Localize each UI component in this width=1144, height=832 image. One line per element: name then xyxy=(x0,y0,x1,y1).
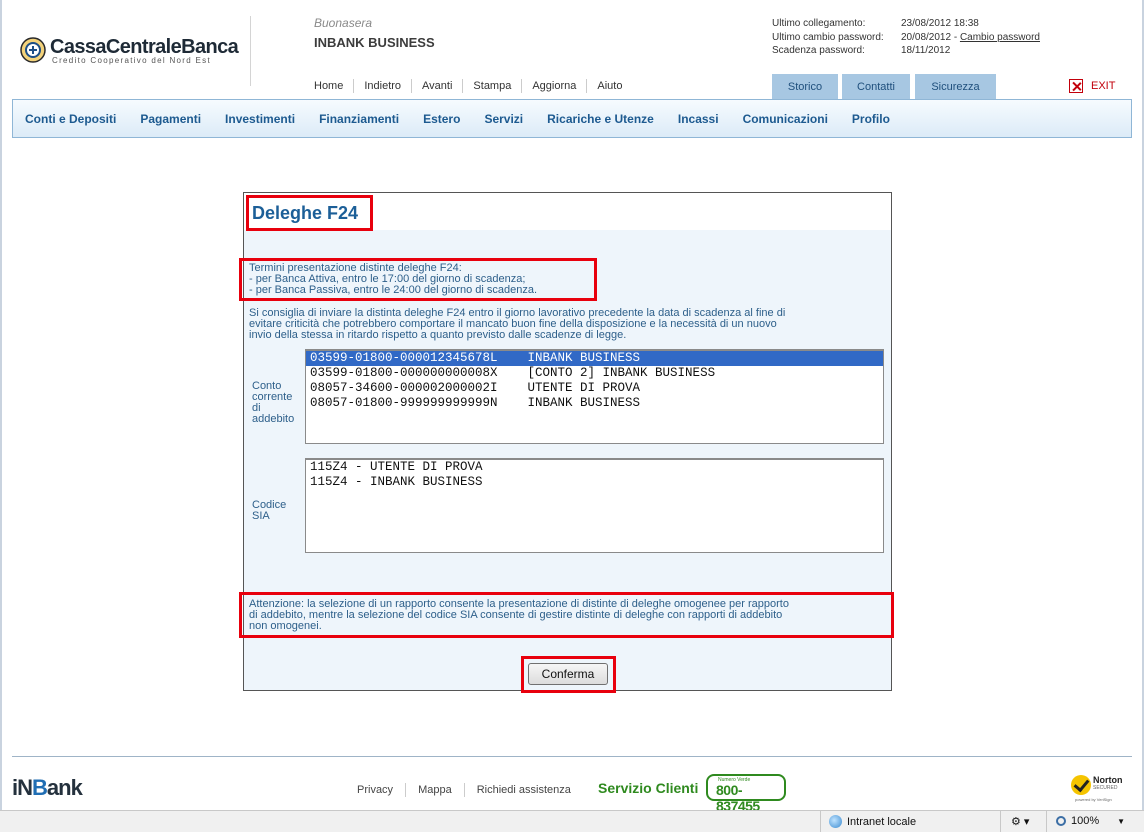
main-navigation: Conti e Depositi Pagamenti Investimenti … xyxy=(12,99,1132,138)
inbank-logo-part: B xyxy=(32,775,48,800)
norton-secured-badge[interactable]: Norton SECURED powered by VeriSign xyxy=(1071,773,1127,803)
toplink-help[interactable]: Aiuto xyxy=(587,79,632,93)
checkmark-icon xyxy=(1071,775,1091,795)
session-info: Ultimo collegamento: 23/08/2012 18:38 Ult… xyxy=(772,17,1040,58)
nav-profilo[interactable]: Profilo xyxy=(840,112,902,126)
password-expiry-value: 18/11/2012 xyxy=(901,45,951,56)
inbank-logo-part: iN xyxy=(12,775,33,800)
header-divider xyxy=(250,16,251,86)
change-password-link[interactable]: Cambio password xyxy=(960,31,1040,45)
window-border-left xyxy=(0,0,2,832)
confirm-button[interactable]: Conferma xyxy=(528,663,608,685)
advice-line-3: invio della stessa in ritardo rispetto a… xyxy=(249,329,627,341)
toll-free-number-badge: Numero Verde 800-837455 xyxy=(706,774,786,814)
tab-storico[interactable]: Storico xyxy=(772,74,838,100)
footer-links: Privacy Mappa Richiedi assistenza xyxy=(345,783,583,797)
account-listbox[interactable]: 03599-01800-000012345678L INBANK BUSINES… xyxy=(305,349,884,444)
footer-divider xyxy=(12,756,1132,757)
exit-label: EXIT xyxy=(1091,80,1116,92)
toplink-back[interactable]: Indietro xyxy=(354,79,413,93)
warning-line-3: non omogenei. xyxy=(249,620,322,632)
nav-servizi[interactable]: Servizi xyxy=(472,112,535,126)
protected-mode-icon[interactable]: ⚙ ▾ xyxy=(1011,815,1029,828)
password-change-value: 20/08/2012 - xyxy=(901,31,960,43)
inbank-logo-part: ank xyxy=(46,775,83,800)
chevron-down-icon: ▼ xyxy=(1117,816,1126,826)
norton-subtitle: SECURED xyxy=(1093,785,1118,791)
zoom-level: 100% xyxy=(1071,815,1100,827)
tab-sicurezza[interactable]: Sicurezza xyxy=(915,74,996,100)
inbank-logo[interactable]: iNBank xyxy=(12,775,83,801)
terms-line-3: - per Banca Passiva, entro le 24:00 del … xyxy=(249,284,538,296)
magnifier-icon xyxy=(1056,816,1066,826)
nav-comunicazioni[interactable]: Comunicazioni xyxy=(731,112,840,126)
nav-conti-depositi[interactable]: Conti e Depositi xyxy=(13,112,128,126)
account-option-selected[interactable]: 03599-01800-000012345678L INBANK BUSINES… xyxy=(306,351,883,366)
nav-pagamenti[interactable]: Pagamenti xyxy=(128,112,213,126)
password-expiry-label: Scadenza password: xyxy=(772,45,865,56)
status-separator xyxy=(1000,811,1001,832)
norton-title: Norton xyxy=(1093,775,1123,785)
nav-ricariche-utenze[interactable]: Ricariche e Utenze xyxy=(535,112,666,126)
toplink-refresh[interactable]: Aggiorna xyxy=(522,79,588,93)
status-separator xyxy=(820,811,821,832)
globe-icon xyxy=(829,815,842,828)
bank-logo[interactable]: CassaCentraleBanca Credito Cooperativo d… xyxy=(20,34,239,68)
sia-label-2: SIA xyxy=(252,510,270,522)
toplink-print[interactable]: Stampa xyxy=(463,79,523,93)
nav-finanziamenti[interactable]: Finanziamenti xyxy=(307,112,411,126)
status-separator xyxy=(1046,811,1047,832)
last-login-value: 23/08/2012 18:38 xyxy=(901,18,979,29)
bank-emblem-icon xyxy=(20,37,46,63)
account-option[interactable]: 08057-34600-000002000002I UTENTE DI PROV… xyxy=(306,381,883,396)
greeting: Buonasera xyxy=(314,16,373,30)
warning-line-2: di addebito, mentre la selezione del cod… xyxy=(249,609,783,621)
zoom-control[interactable]: 100% ▼ xyxy=(1056,815,1125,827)
customer-service-label: Servizio Clienti xyxy=(598,780,699,796)
top-links: Home Indietro Avanti Stampa Aggiorna Aiu… xyxy=(304,79,632,93)
sia-option[interactable]: 115Z4 - UTENTE DI PROVA xyxy=(306,460,883,475)
nav-estero[interactable]: Estero xyxy=(411,112,472,126)
sia-option[interactable]: 115Z4 - INBANK BUSINESS xyxy=(306,475,883,490)
account-option[interactable]: 03599-01800-000000000008X [CONTO 2] INBA… xyxy=(306,366,883,381)
sia-listbox[interactable]: 115Z4 - UTENTE DI PROVA 115Z4 - INBANK B… xyxy=(305,458,884,553)
footer-link-privacy[interactable]: Privacy xyxy=(345,783,407,797)
footer-link-assistenza[interactable]: Richiedi assistenza xyxy=(465,783,583,797)
exit-button[interactable]: EXIT xyxy=(1069,79,1115,93)
security-zone[interactable]: Intranet locale xyxy=(829,815,916,828)
deleghe-f24-panel: Deleghe F24 Termini presentazione distin… xyxy=(239,192,894,693)
logo-subtitle: Credito Cooperativo del Nord Est xyxy=(52,56,211,65)
page-title: Deleghe F24 xyxy=(252,203,359,223)
toplink-forward[interactable]: Avanti xyxy=(412,79,464,93)
footer-link-mappa[interactable]: Mappa xyxy=(406,783,465,797)
norton-powered: powered by VeriSign xyxy=(1075,797,1112,802)
password-change-label: Ultimo cambio password: xyxy=(772,31,884,43)
account-option[interactable]: 08057-01800-999999999999N INBANK BUSINES… xyxy=(306,396,883,411)
nav-investimenti[interactable]: Investimenti xyxy=(213,112,307,126)
tab-contatti[interactable]: Contatti xyxy=(842,74,910,100)
browser-status-bar: Intranet locale ⚙ ▾ 100% ▼ xyxy=(0,810,1144,832)
account-label-4: addebito xyxy=(252,413,295,425)
close-icon xyxy=(1069,79,1083,93)
last-login-label: Ultimo collegamento: xyxy=(772,18,866,29)
app-title: INBANK BUSINESS xyxy=(314,35,435,50)
security-zone-label: Intranet locale xyxy=(847,815,917,828)
toplink-home[interactable]: Home xyxy=(304,79,355,93)
nav-incassi[interactable]: Incassi xyxy=(666,112,731,126)
